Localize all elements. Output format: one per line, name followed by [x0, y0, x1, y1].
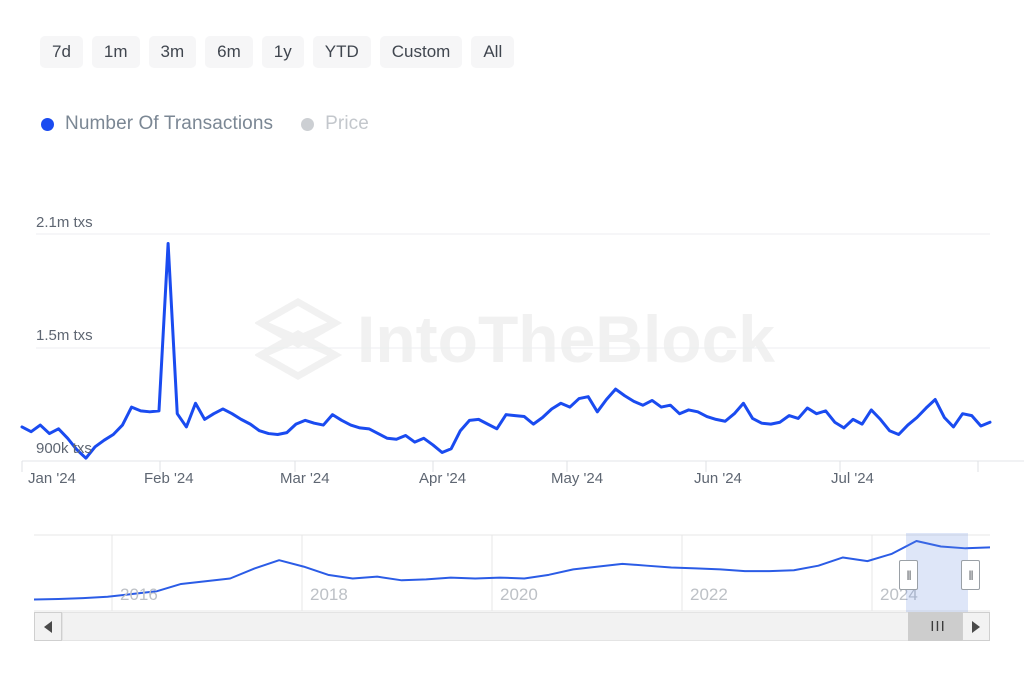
y-axis-label-top: 2.1m txs: [36, 214, 93, 231]
range-button-1y[interactable]: 1y: [261, 36, 304, 68]
scroll-left-arrow-button[interactable]: [34, 612, 62, 641]
navigator-handle-left[interactable]: ‖: [899, 560, 918, 590]
range-selector: 7d 1m 3m 6m 1y YTD Custom All: [40, 36, 515, 68]
legend-label-transactions: Number Of Transactions: [65, 113, 274, 134]
chevron-left-icon: [44, 620, 52, 633]
x-axis-label-mar: Mar '24: [280, 470, 330, 487]
navigator-handle-left-grip: ‖: [906, 567, 911, 583]
navigator-year-2020: 2020: [500, 585, 538, 604]
chart-legend: Number Of Transactions Price: [41, 113, 369, 135]
navigator-handle-right-grip: ‖: [968, 567, 973, 583]
navigator-year-2018: 2018: [310, 585, 348, 604]
scrollbar-track[interactable]: [62, 612, 962, 641]
navigator-year-2022: 2022: [690, 585, 728, 604]
navigator-handle-right[interactable]: ‖: [961, 560, 980, 590]
y-axis-label-bottom: 900k txs: [36, 440, 92, 457]
range-button-6m[interactable]: 6m: [205, 36, 253, 68]
scrollbar-thumb[interactable]: III: [908, 612, 968, 641]
legend-item-number-of-transactions[interactable]: Number Of Transactions: [41, 113, 273, 135]
y-axis-label-middle: 1.5m txs: [36, 327, 93, 344]
range-button-1m[interactable]: 1m: [91, 36, 140, 68]
legend-dot-icon-price: [301, 117, 315, 131]
main-price-chart[interactable]: 2.1m txs 1.5m txs 900k txs: [0, 200, 1024, 500]
scroll-right-arrow-button[interactable]: [962, 612, 990, 641]
range-button-all[interactable]: All: [471, 36, 515, 68]
legend-label-price: Price: [325, 113, 369, 134]
chevron-right-icon: [972, 620, 980, 633]
main-chart-svg: [20, 233, 1024, 472]
range-button-3m[interactable]: 3m: [148, 36, 197, 68]
navigator-gridlines: [111, 535, 873, 611]
x-axis-label-feb: Feb '24: [144, 470, 194, 487]
x-axis-label-may: May '24: [551, 470, 604, 487]
range-button-7d[interactable]: 7d: [40, 36, 83, 68]
chart-scrollbar[interactable]: III: [34, 612, 990, 641]
legend-dot-icon-transactions: [41, 117, 54, 131]
navigator-year-2016: 2016: [120, 585, 158, 604]
chart-navigator[interactable]: 2016 2018 2020 2022 2024 ‖ ‖: [34, 533, 990, 612]
series-line-number-of-transactions: [20, 241, 992, 460]
range-button-ytd[interactable]: YTD: [312, 36, 371, 68]
x-axis-label-jul: Jul '24: [831, 470, 874, 487]
x-axis-label-jan: Jan '24: [28, 470, 76, 487]
x-axis-label-jun: Jun '24: [694, 470, 742, 487]
scrollbar-thumb-grip: III: [930, 618, 946, 635]
legend-item-price[interactable]: Price: [301, 113, 369, 135]
range-button-custom[interactable]: Custom: [379, 36, 463, 68]
x-axis-label-apr: Apr '24: [419, 470, 467, 487]
